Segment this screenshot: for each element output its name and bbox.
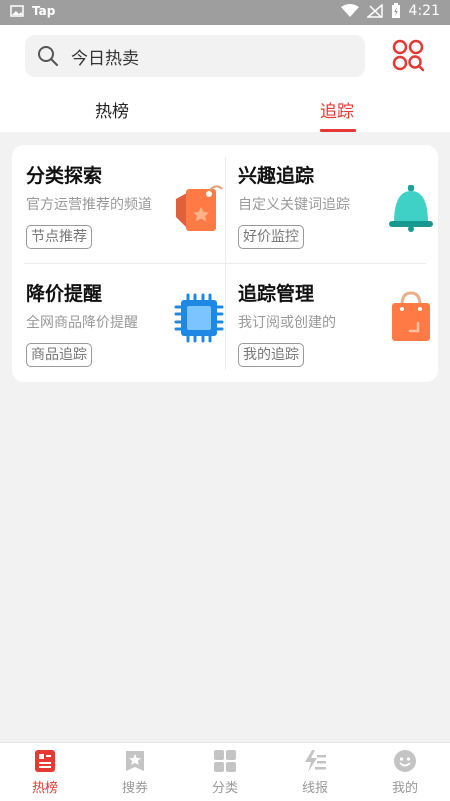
clock: 4:21 — [408, 3, 440, 19]
feature-tag[interactable]: 商品追踪 — [26, 343, 92, 367]
nav-label: 我的 — [391, 781, 418, 796]
nav-label: 搜券 — [121, 781, 148, 796]
tab-tracking[interactable]: 追踪 — [320, 97, 354, 122]
feature-tag[interactable]: 好价监控 — [238, 225, 304, 249]
battery-icon — [391, 3, 400, 18]
nav-label: 热榜 — [31, 781, 58, 796]
nav-label: 线报 — [301, 781, 328, 796]
feature-title: 兴趣追踪 — [238, 165, 315, 187]
search-bar[interactable]: 今日热卖 — [25, 35, 365, 77]
feature-subtitle: 自定义关键词追踪 — [238, 197, 350, 213]
category-search-icon[interactable] — [390, 37, 426, 73]
feature-tag[interactable]: 我的追踪 — [238, 343, 304, 367]
feature-tag[interactable]: 节点推荐 — [26, 225, 92, 249]
search-input[interactable]: 今日热卖 — [71, 44, 139, 69]
status-bar: Tap 4:21 — [0, 0, 450, 25]
category-grid-icon — [214, 750, 236, 772]
search-icon — [38, 46, 58, 66]
bell-icon — [389, 185, 433, 232]
nav-profile[interactable]: 我的 — [375, 749, 435, 796]
feature-subtitle: 我订阅或创建的 — [238, 315, 336, 331]
tab-bar: 热榜 追踪 — [0, 87, 450, 132]
gallery-notification-icon — [10, 5, 24, 17]
feature-subtitle: 全网商品降价提醒 — [26, 315, 138, 331]
feature-title: 分类探索 — [26, 165, 103, 187]
nav-coupon-search[interactable]: 搜券 — [105, 749, 165, 796]
hot-list-icon — [35, 750, 55, 772]
nav-category[interactable]: 分类 — [195, 749, 255, 796]
nav-hot-list[interactable]: 热榜 — [15, 749, 75, 796]
bottom-navigation: 热榜 搜券 分类 线报 我的 — [0, 742, 450, 801]
tab-hot-list[interactable]: 热榜 — [95, 97, 129, 122]
nav-label: 分类 — [211, 781, 238, 796]
chip-icon — [174, 293, 224, 343]
wifi-icon — [340, 4, 359, 17]
news-bolt-icon — [305, 750, 326, 772]
price-tag-icon — [176, 185, 223, 231]
coupon-star-icon — [126, 751, 144, 771]
shopping-bag-icon — [392, 291, 430, 341]
feature-card: 分类探索 官方运营推荐的频道 节点推荐 兴趣追踪 自定义关键词追踪 好价监控 降… — [12, 145, 438, 382]
feature-category-explore[interactable]: 分类探索 官方运营推荐的频道 节点推荐 — [26, 161, 226, 271]
no-signal-icon — [366, 4, 383, 18]
profile-face-icon — [394, 750, 416, 772]
feature-tracking-management[interactable]: 追踪管理 我订阅或创建的 我的追踪 — [238, 279, 438, 389]
feature-interest-tracking[interactable]: 兴趣追踪 自定义关键词追踪 好价监控 — [238, 161, 438, 271]
active-tab-indicator — [320, 129, 356, 132]
top-header: 今日热卖 热榜 追踪 — [0, 25, 450, 132]
feature-price-drop-alert[interactable]: 降价提醒 全网商品降价提醒 商品追踪 — [26, 279, 226, 389]
feature-subtitle: 官方运营推荐的频道 — [26, 197, 152, 213]
carrier-label: Tap — [32, 4, 56, 18]
feature-title: 降价提醒 — [26, 283, 103, 305]
nav-deals-news[interactable]: 线报 — [285, 749, 345, 796]
feature-title: 追踪管理 — [238, 283, 315, 305]
